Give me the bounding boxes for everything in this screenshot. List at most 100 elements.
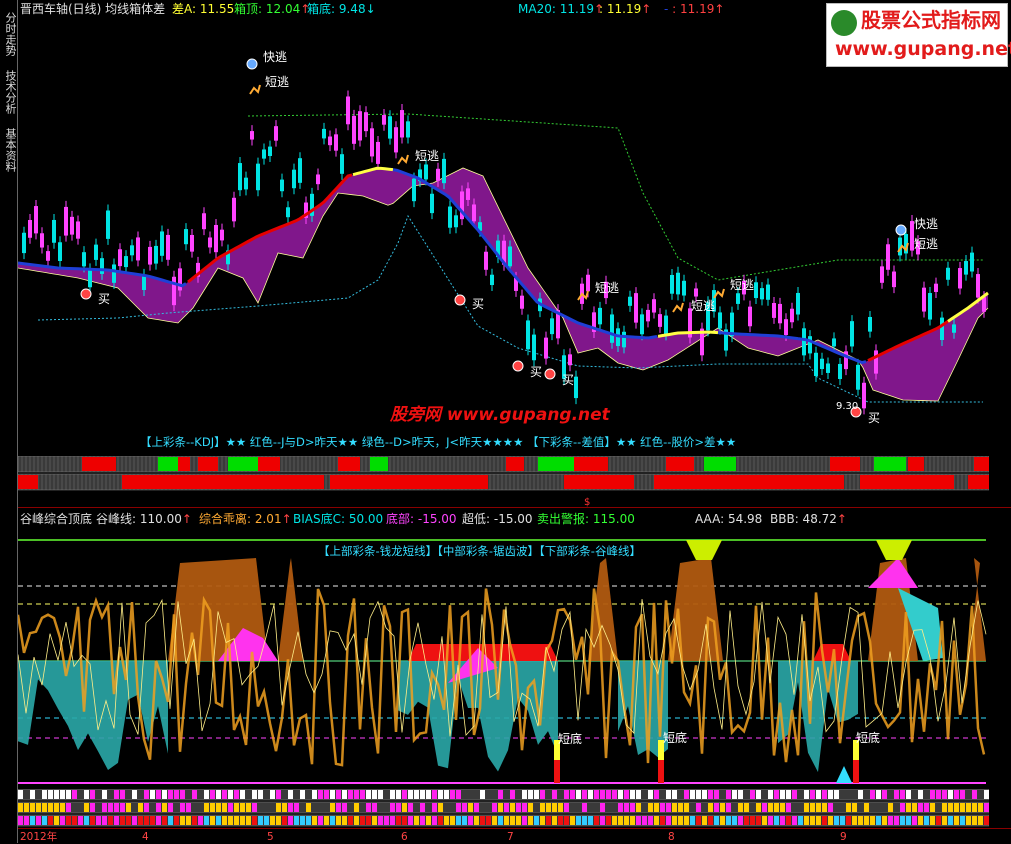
color-bar-cell bbox=[360, 790, 365, 799]
color-bar-cell bbox=[750, 816, 755, 825]
color-bar-cell bbox=[804, 803, 809, 812]
color-bar-cell bbox=[522, 803, 527, 812]
color-bar-cell bbox=[948, 790, 953, 799]
color-bar-cell bbox=[138, 816, 143, 825]
candle-body bbox=[448, 206, 452, 228]
candle-body bbox=[106, 210, 110, 239]
candle-body bbox=[508, 246, 512, 267]
color-bar-cell bbox=[660, 816, 665, 825]
color-bar-cell bbox=[252, 803, 257, 812]
color-bar-cell bbox=[492, 790, 497, 799]
color-bar-cell bbox=[966, 816, 971, 825]
gufeng-chart[interactable]: 短底 短底 短底 bbox=[18, 528, 1011, 790]
tab-jishu[interactable]: 技术分析 bbox=[0, 66, 17, 118]
color-bar-cell bbox=[984, 803, 989, 812]
color-bar-cell bbox=[822, 790, 827, 799]
candle-body bbox=[82, 252, 86, 267]
color-bar-cell bbox=[282, 803, 287, 812]
tab-fenshi[interactable]: 分时走势 bbox=[0, 8, 17, 60]
candle-body bbox=[118, 249, 122, 267]
annot-duantao-6: 短逃 bbox=[914, 237, 938, 251]
color-bar-cell bbox=[978, 803, 983, 812]
color-bar-cell bbox=[738, 816, 743, 825]
color-bar-cell bbox=[186, 790, 191, 799]
candle-body bbox=[664, 315, 668, 335]
candle-body bbox=[382, 115, 386, 125]
candle-body bbox=[676, 272, 680, 295]
candle-body bbox=[640, 314, 644, 335]
color-bar-cell bbox=[972, 816, 977, 825]
color-bar-cell bbox=[876, 803, 881, 812]
color-bar-cell bbox=[756, 790, 761, 799]
color-bar-cell bbox=[414, 816, 419, 825]
color-bar-cell bbox=[282, 790, 287, 799]
color-bar-cell bbox=[348, 790, 353, 799]
color-bar-cell bbox=[498, 816, 503, 825]
candle-body bbox=[370, 128, 374, 157]
color-bar-cell bbox=[498, 803, 503, 812]
color-bar-cell bbox=[630, 803, 635, 812]
color-bar-cell bbox=[30, 803, 35, 812]
color-bar-cell bbox=[570, 790, 575, 799]
color-bar-cell bbox=[480, 803, 485, 812]
color-bar-cell bbox=[492, 816, 497, 825]
color-bar-cell bbox=[786, 803, 791, 812]
color-bar-cell bbox=[432, 816, 437, 825]
color-bar-cell bbox=[582, 790, 587, 799]
color-bar-cell bbox=[786, 816, 791, 825]
candle-body bbox=[598, 307, 602, 325]
color-bar-cell bbox=[900, 803, 905, 812]
color-bar-cell bbox=[138, 803, 143, 812]
color-bar-cell bbox=[846, 816, 851, 825]
candle-body bbox=[778, 303, 782, 324]
color-bar-cell bbox=[852, 790, 857, 799]
color-bar-cell bbox=[510, 816, 515, 825]
color-bar-cell bbox=[318, 803, 323, 812]
color-bar-cell bbox=[132, 816, 137, 825]
price-chart[interactable]: 快逃短逃短逃买 买买买短逃短逃短逃快逃短逃买9.30 bbox=[18, 18, 1011, 438]
kdj-color-bars bbox=[18, 456, 989, 491]
color-bar-cell bbox=[36, 816, 41, 825]
annot-duandi: 短底 bbox=[663, 730, 687, 745]
color-bar-cell bbox=[714, 816, 719, 825]
maichu-readout: 卖出警报: 115.00 bbox=[537, 512, 635, 526]
color-bar-cell bbox=[90, 816, 95, 825]
color-bar-cell bbox=[24, 816, 29, 825]
color-bar-cell bbox=[942, 803, 947, 812]
color-bar-cell bbox=[456, 816, 461, 825]
color-bar-cell bbox=[732, 790, 737, 799]
color-bar-cell bbox=[300, 816, 305, 825]
color-bar-cell bbox=[672, 790, 677, 799]
candle-body bbox=[436, 168, 440, 181]
color-bar-cell bbox=[600, 816, 605, 825]
color-bar-cell bbox=[174, 803, 179, 812]
color-bar-cell bbox=[636, 790, 641, 799]
color-bar-cell bbox=[18, 803, 23, 812]
color-bar-cell bbox=[300, 790, 305, 799]
color-bar-cell bbox=[240, 803, 245, 812]
color-bar-cell bbox=[540, 803, 545, 812]
annot-mai-3: 买 bbox=[530, 365, 542, 379]
color-bar-cell bbox=[798, 790, 803, 799]
color-bar-cell bbox=[84, 816, 89, 825]
color-bar-cell bbox=[372, 816, 377, 825]
tab-jiben[interactable]: 基本资料 bbox=[0, 124, 17, 176]
candle-body bbox=[46, 251, 50, 261]
color-bar-cell bbox=[330, 816, 335, 825]
chart-center-watermark: 股旁网 www.gupang.net bbox=[390, 405, 610, 425]
color-bar-cell bbox=[24, 803, 29, 812]
candle-body bbox=[784, 319, 788, 336]
color-bar-cell bbox=[336, 816, 341, 825]
candle-body bbox=[346, 96, 350, 125]
color-bar-cell bbox=[378, 790, 383, 799]
candle-body bbox=[748, 306, 752, 327]
candle-body bbox=[262, 149, 266, 159]
color-bar-cell bbox=[102, 790, 107, 799]
color-bar-cell bbox=[258, 790, 263, 799]
color-bar-cell bbox=[708, 790, 713, 799]
color-bar-cell bbox=[720, 816, 725, 825]
color-bar-cell bbox=[678, 816, 683, 825]
color-bar-cell bbox=[534, 816, 539, 825]
color-bar-cell bbox=[174, 816, 179, 825]
color-bar-cell bbox=[540, 816, 545, 825]
